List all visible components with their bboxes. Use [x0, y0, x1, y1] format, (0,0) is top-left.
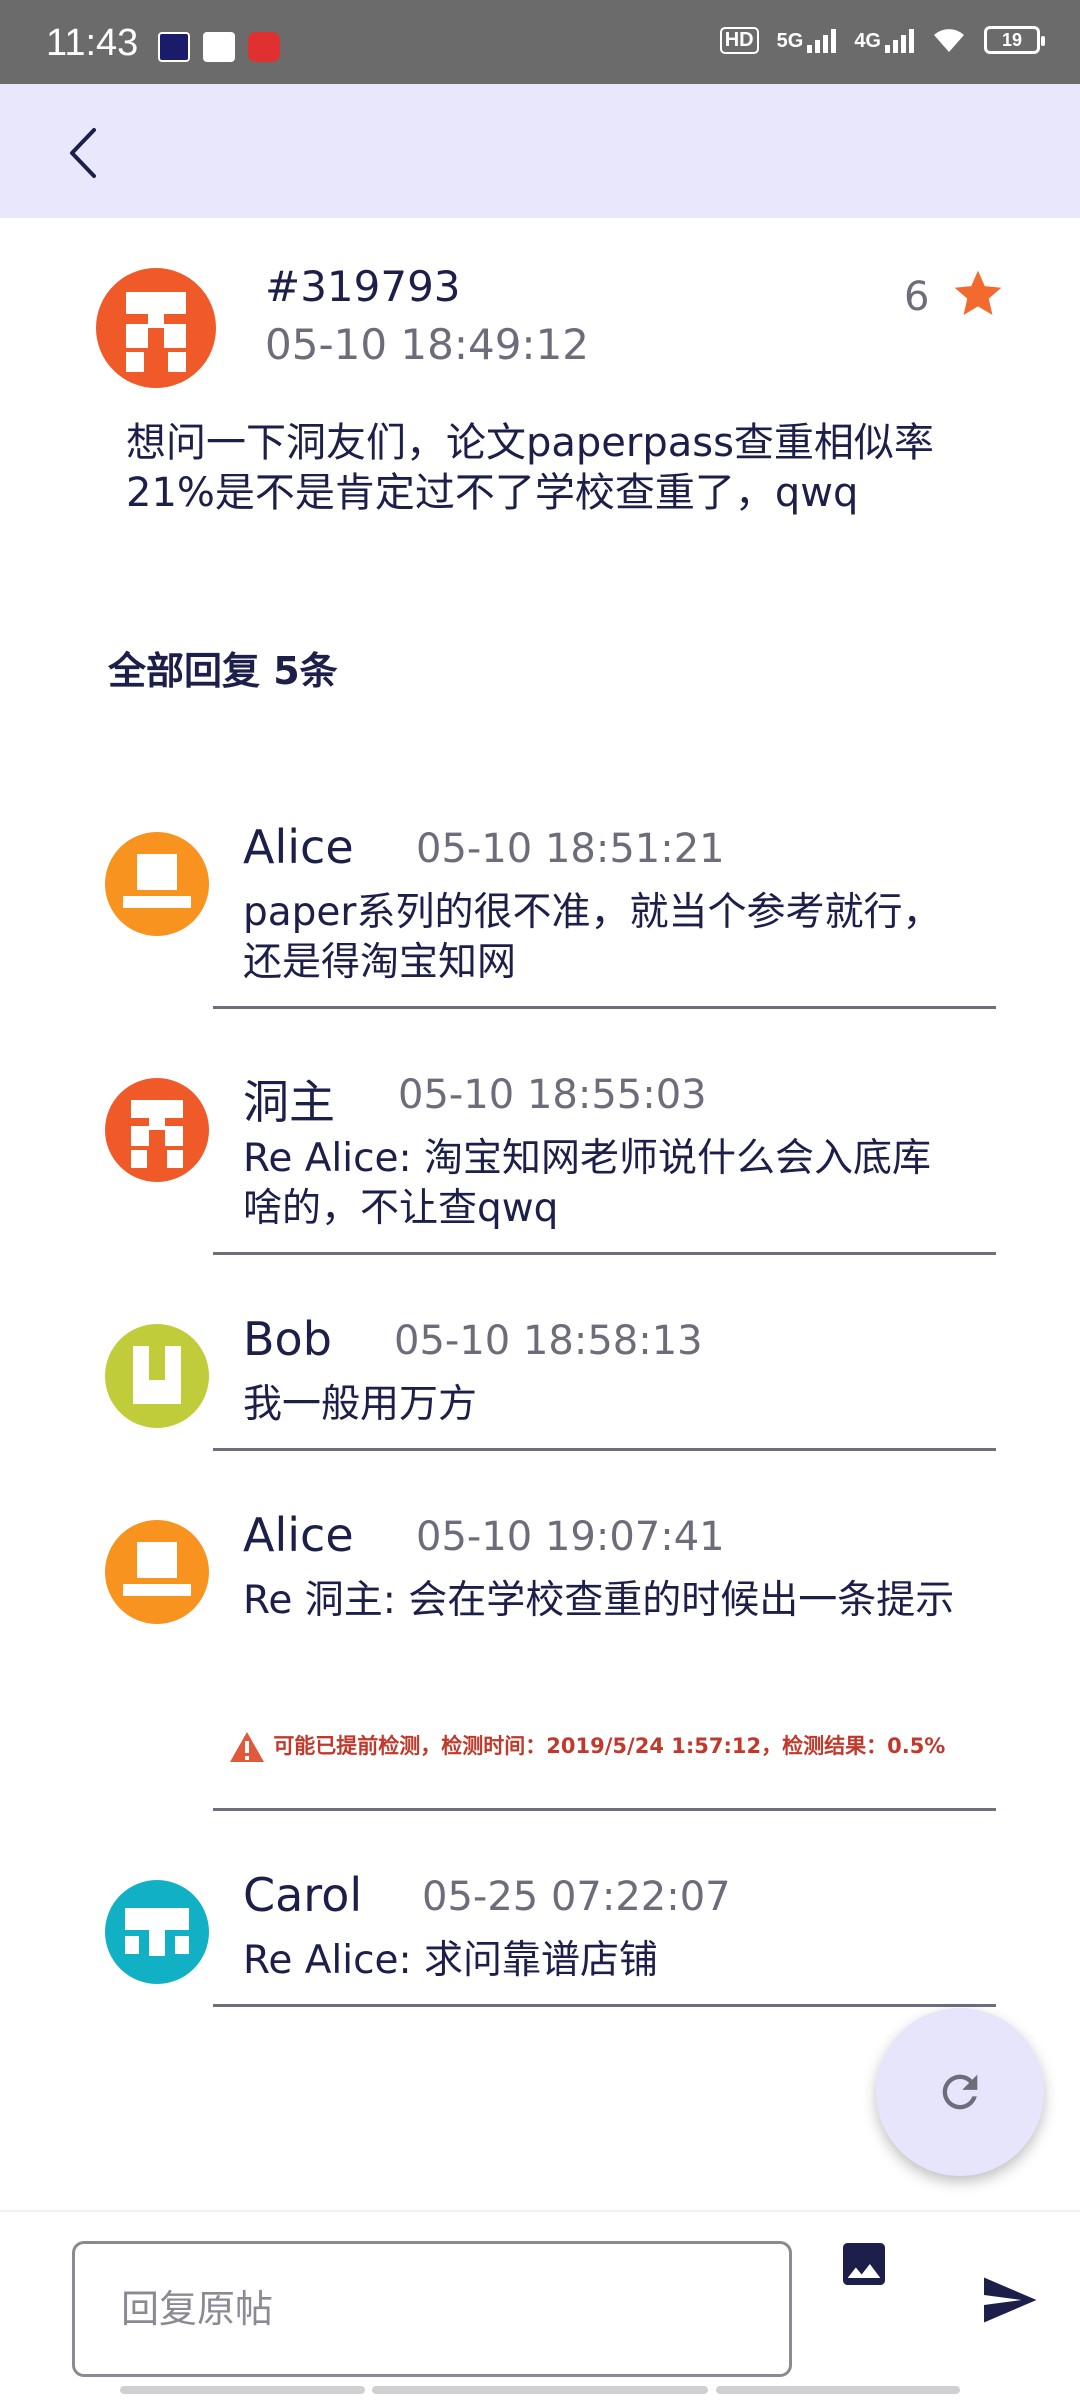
reply-text: Re Alice: 淘宝知网老师说什么会入底库啥的，不让查qwq	[243, 1136, 932, 1231]
reply-time: 05-10 18:51:21	[416, 826, 725, 872]
reply-author: Carol	[243, 1868, 363, 1922]
reply-divider	[213, 2004, 996, 2007]
hd-icon: HD	[719, 26, 759, 54]
reply-time: 05-10 18:55:03	[398, 1072, 707, 1118]
reply-image[interactable]: 可能已提前检测，检测时间：2019/5/24 1:57:12，检测结果：0.5%	[213, 1700, 996, 1800]
wifi-icon	[934, 29, 964, 52]
signal-4g-icon: 4G	[854, 27, 914, 53]
signal-5g-icon: 5G	[777, 27, 837, 53]
post-body: 想问一下洞友们，论文paperpass查重相似率21%是不是肯定过不了学校查重了…	[126, 420, 934, 516]
reply-text: Re 洞主: 会在学校查重的时候出一条提示	[243, 1578, 955, 1623]
status-icons: HD 5G 4G 19	[719, 26, 1045, 54]
reply-divider	[213, 1808, 996, 1811]
reply-avatar	[105, 1880, 209, 1984]
reply-text: 我一般用万方	[243, 1382, 478, 1427]
reply-author: Alice	[243, 820, 354, 874]
reply-bar	[0, 2210, 1080, 2400]
post-time: 05-10 18:49:12	[265, 320, 590, 369]
reply-time: 05-25 07:22:07	[422, 1874, 731, 1920]
reply-text: paper系列的很不准，就当个参考就行，还是得淘宝知网	[243, 890, 942, 985]
app-bar	[0, 84, 1080, 218]
reply-avatar	[105, 1078, 209, 1182]
nav-hint	[120, 2386, 365, 2394]
app-notification-icon	[158, 32, 190, 62]
reply-avatar	[105, 832, 209, 936]
reply-divider	[213, 1006, 996, 1009]
warning-icon	[230, 1732, 264, 1762]
reply-time: 05-10 19:07:41	[416, 1514, 725, 1560]
mail-icon	[203, 32, 235, 62]
status-time: 11:43	[46, 22, 139, 64]
replies-header: 全部回复 5条	[108, 649, 338, 693]
nav-hint	[716, 2386, 960, 2394]
reply-avatar	[105, 1324, 209, 1428]
refresh-button[interactable]	[876, 2008, 1044, 2176]
reply-input[interactable]	[72, 2241, 792, 2377]
chevron-left-icon[interactable]	[60, 124, 112, 182]
reply-author: Bob	[243, 1312, 332, 1366]
reply-author: 洞主	[243, 1075, 335, 1129]
app-badge-icon	[248, 32, 280, 62]
star-icon[interactable]	[950, 266, 1006, 322]
star-count: 6	[904, 274, 930, 320]
reply-image-warning: 可能已提前检测，检测时间：2019/5/24 1:57:12，检测结果：0.5%	[228, 1730, 945, 1764]
image-icon[interactable]	[836, 2236, 892, 2292]
poster-avatar	[96, 268, 216, 388]
reply-author: Alice	[243, 1508, 354, 1562]
reply-text: Re Alice: 求问靠谱店铺	[243, 1938, 659, 1983]
reply-divider	[213, 1448, 996, 1451]
reply-divider	[213, 1252, 996, 1255]
status-bar: 11:43 HD 5G 4G 19	[0, 0, 1080, 84]
refhesh-icon	[942, 2074, 978, 2110]
send-icon[interactable]	[974, 2270, 1044, 2330]
reply-time: 05-10 18:58:13	[394, 1318, 703, 1364]
reply-avatar	[105, 1520, 209, 1624]
post-id: #319793	[265, 262, 461, 311]
battery-icon: 19	[984, 26, 1045, 54]
nav-hint	[372, 2386, 708, 2394]
